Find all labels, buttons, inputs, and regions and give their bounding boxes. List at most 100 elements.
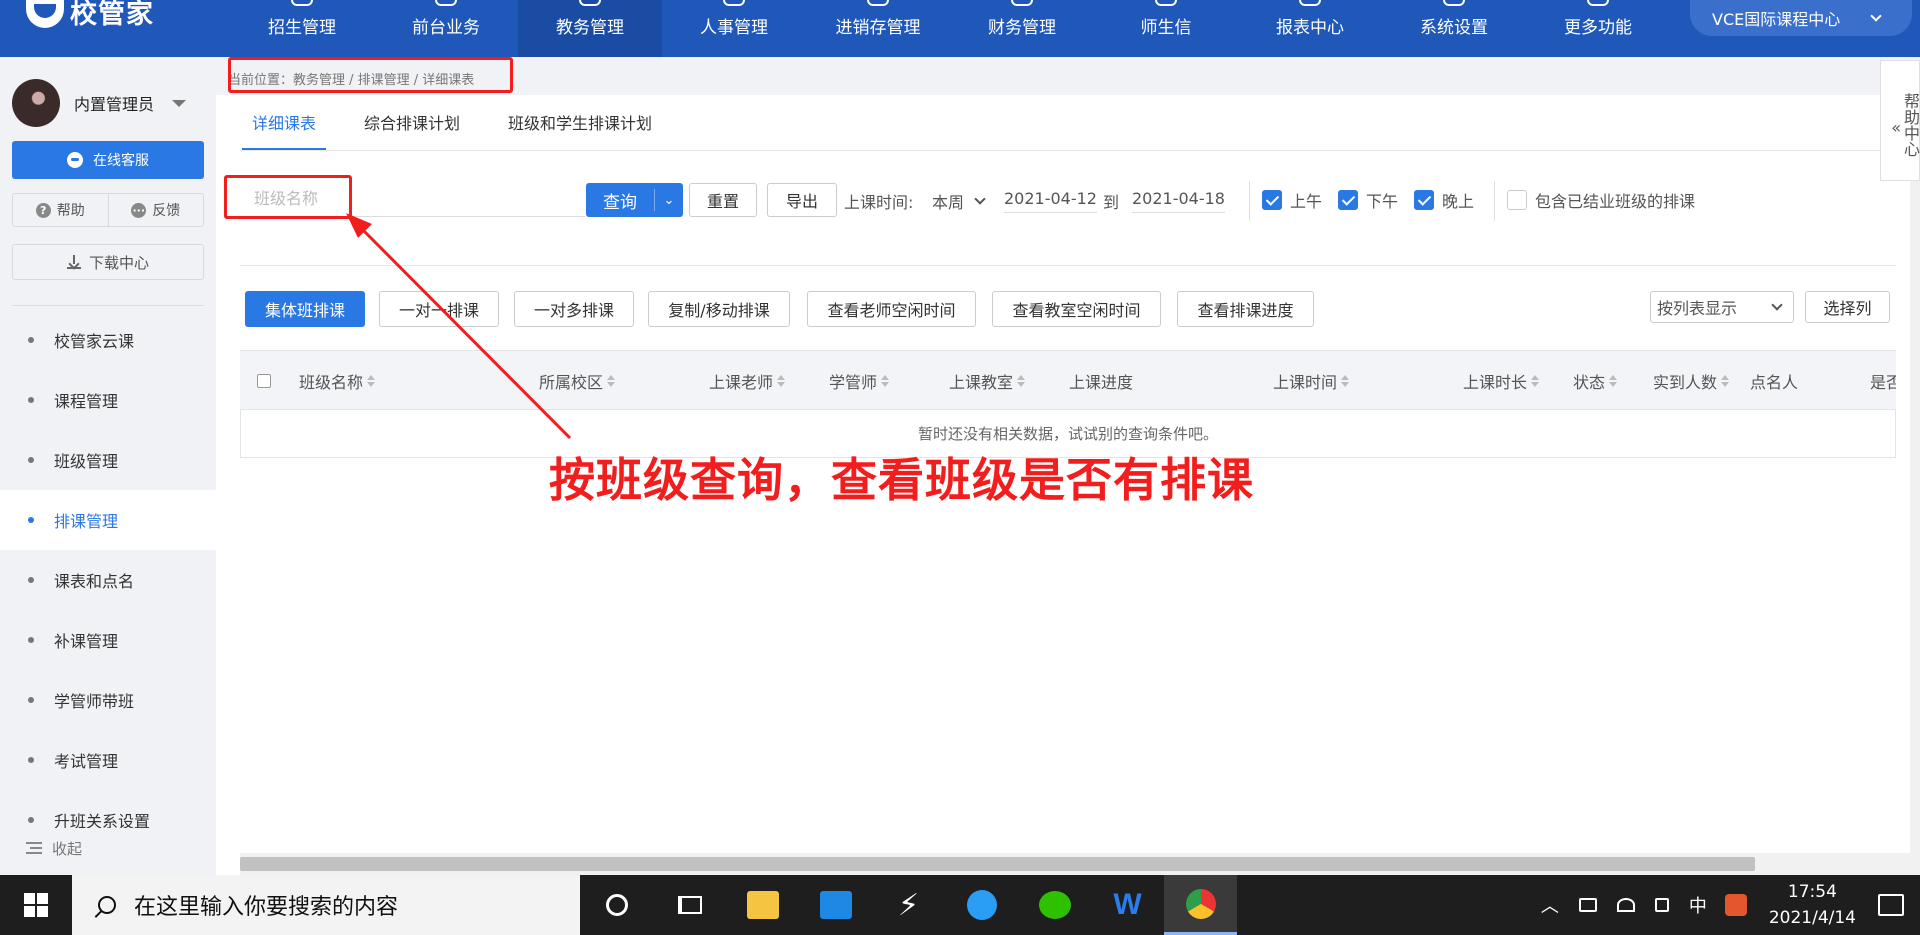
- schedule-progress-button[interactable]: 查看排课进度: [1177, 291, 1314, 327]
- group-class-schedule-button[interactable]: 集体班排课: [245, 291, 365, 327]
- nav-item-finance[interactable]: 财务管理: [950, 0, 1094, 57]
- query-button[interactable]: 查询 ⌄: [586, 183, 683, 217]
- nav-item-more[interactable]: 更多功能: [1526, 0, 1670, 57]
- feedback-button[interactable]: ··· 反馈: [107, 194, 204, 226]
- double-chevron-down-icon[interactable]: ⌄: [655, 193, 683, 208]
- notification-icon[interactable]: [1878, 894, 1904, 916]
- online-service-button[interactable]: 在线客服: [12, 141, 204, 179]
- nav-item-inventory[interactable]: 进销存管理: [806, 0, 950, 57]
- sort-icon: [1531, 375, 1540, 387]
- col-status[interactable]: 状态: [1573, 351, 1618, 411]
- scrollbar-thumb[interactable]: [240, 857, 1755, 871]
- col-class-time[interactable]: 上课时间: [1273, 351, 1350, 411]
- help-button[interactable]: ? 帮助: [13, 194, 108, 226]
- date-to-field[interactable]: 2021-04-18: [1132, 189, 1225, 213]
- one-to-one-schedule-button[interactable]: 一对一排课: [379, 291, 499, 327]
- writer-button[interactable]: W: [1091, 875, 1164, 935]
- col-teacher[interactable]: 上课老师: [709, 351, 786, 411]
- nav-icon: [1299, 0, 1321, 6]
- sidebar-item-course[interactable]: 课程管理: [0, 370, 216, 430]
- column-label: 班级名称: [299, 373, 364, 392]
- user-menu[interactable]: 内置管理员: [12, 79, 187, 127]
- tab-overall-plan[interactable]: 综合排课计划: [354, 95, 470, 151]
- help-center-panel[interactable]: 帮助中心 «: [1880, 60, 1920, 181]
- ime-indicator[interactable]: 中: [1689, 892, 1707, 918]
- nav-item-hr[interactable]: 人事管理: [662, 0, 806, 57]
- teacher-free-time-button[interactable]: 查看老师空闲时间: [807, 291, 976, 327]
- user-name: 内置管理员: [74, 95, 155, 114]
- help-label: 帮助: [56, 203, 85, 219]
- select-columns-button[interactable]: 选择列: [1805, 291, 1890, 323]
- sidebar-item-scheduling[interactable]: 排课管理: [0, 490, 216, 550]
- sidebar-item-exam[interactable]: 考试管理: [0, 730, 216, 790]
- export-button[interactable]: 导出: [767, 183, 837, 217]
- wechat-button[interactable]: [1018, 875, 1091, 935]
- bullet-icon: [28, 637, 34, 643]
- download-center-button[interactable]: 下载中心: [12, 244, 204, 280]
- collapse-sidebar-button[interactable]: 收起: [0, 828, 216, 868]
- nav-item-messages[interactable]: 师生信: [1094, 0, 1238, 57]
- double-chevron-left-icon: «: [1891, 117, 1901, 137]
- nav-item-reports[interactable]: 报表中心: [1238, 0, 1382, 57]
- sidebar-item-timetable[interactable]: 课表和点名: [0, 550, 216, 610]
- clock[interactable]: 17:54 2021/4/14: [1769, 879, 1856, 931]
- chat-icon: [67, 152, 83, 168]
- view-mode-select[interactable]: 按列表显示: [1650, 291, 1794, 323]
- evening-checkbox[interactable]: 晚上: [1414, 188, 1474, 212]
- nav-label: 进销存管理: [835, 18, 921, 38]
- bullet-icon: [28, 697, 34, 703]
- horizontal-scrollbar[interactable]: [240, 853, 1920, 875]
- one-to-many-schedule-button[interactable]: 一对多排课: [514, 291, 634, 327]
- wifi-icon[interactable]: [1616, 898, 1635, 912]
- chrome-button[interactable]: [1164, 875, 1237, 935]
- col-is: 是否为: [1870, 351, 1896, 411]
- week-select[interactable]: 本周: [932, 189, 986, 213]
- cortana-button[interactable]: [580, 875, 653, 935]
- sidebar-item-class[interactable]: 班级管理: [0, 430, 216, 490]
- mail-button[interactable]: [799, 875, 872, 935]
- afternoon-checkbox[interactable]: 下午: [1338, 188, 1398, 212]
- start-button[interactable]: [0, 875, 72, 935]
- volume-icon[interactable]: [1654, 898, 1669, 912]
- sort-icon: [1017, 375, 1026, 387]
- sogou-icon[interactable]: [1724, 894, 1747, 916]
- nav-item-academic[interactable]: 教务管理: [518, 0, 662, 57]
- column-label: 上课时间: [1273, 373, 1338, 392]
- org-selector[interactable]: VCE国际课程中心: [1690, 0, 1912, 36]
- task-view-button[interactable]: [653, 875, 726, 935]
- morning-checkbox[interactable]: 上午: [1262, 188, 1322, 212]
- date-from-field[interactable]: 2021-04-12: [1004, 189, 1097, 213]
- sidebar-item-cloud-course[interactable]: 校管家云课: [0, 310, 216, 370]
- col-duration[interactable]: 上课时长: [1463, 351, 1540, 411]
- select-all-checkbox[interactable]: [257, 351, 271, 411]
- sidebar-item-tutor[interactable]: 学管师带班: [0, 670, 216, 730]
- tab-class-student-plan[interactable]: 班级和学生排课计划: [498, 95, 662, 151]
- col-campus[interactable]: 所属校区: [539, 351, 616, 411]
- nav-item-frontdesk[interactable]: 前台业务: [374, 0, 518, 57]
- filter-divider: [1494, 181, 1495, 221]
- battery-icon[interactable]: [1578, 898, 1597, 912]
- sort-icon: [777, 375, 786, 387]
- chevron-up-icon[interactable]: ︿: [1541, 892, 1559, 918]
- copy-move-schedule-button[interactable]: 复制/移动排课: [648, 291, 790, 327]
- logo[interactable]: 校管家: [0, 0, 230, 57]
- col-attendance[interactable]: 实到人数: [1653, 351, 1730, 411]
- col-tutor[interactable]: 学管师: [829, 351, 890, 411]
- taskbar: 在这里输入你要搜索的内容 ⚡ W ︿ 中 17:54 2021/4/14: [0, 875, 1920, 935]
- sidebar-item-makeup[interactable]: 补课管理: [0, 610, 216, 670]
- col-classroom[interactable]: 上课教室: [949, 351, 1026, 411]
- col-class-name[interactable]: 班级名称: [299, 351, 376, 411]
- file-explorer-button[interactable]: [726, 875, 799, 935]
- taskbar-search[interactable]: 在这里输入你要搜索的内容: [72, 875, 580, 935]
- classroom-free-time-button[interactable]: 查看教室空闲时间: [992, 291, 1161, 327]
- tab-detailed-timetable[interactable]: 详细课表: [242, 95, 327, 151]
- include-closed-checkbox[interactable]: 包含已结业班级的排课: [1507, 188, 1695, 212]
- nav-item-enrollment[interactable]: 招生管理: [230, 0, 374, 57]
- reset-button[interactable]: 重置: [689, 183, 757, 217]
- chat-app-button[interactable]: [945, 875, 1018, 935]
- column-label: 上课进度: [1069, 373, 1134, 392]
- annotation-text: 按班级查询，查看班级是否有排课: [549, 453, 1254, 507]
- w-icon: W: [1113, 888, 1142, 921]
- nav-item-settings[interactable]: 系统设置: [1382, 0, 1526, 57]
- app-s-button[interactable]: ⚡: [872, 875, 945, 935]
